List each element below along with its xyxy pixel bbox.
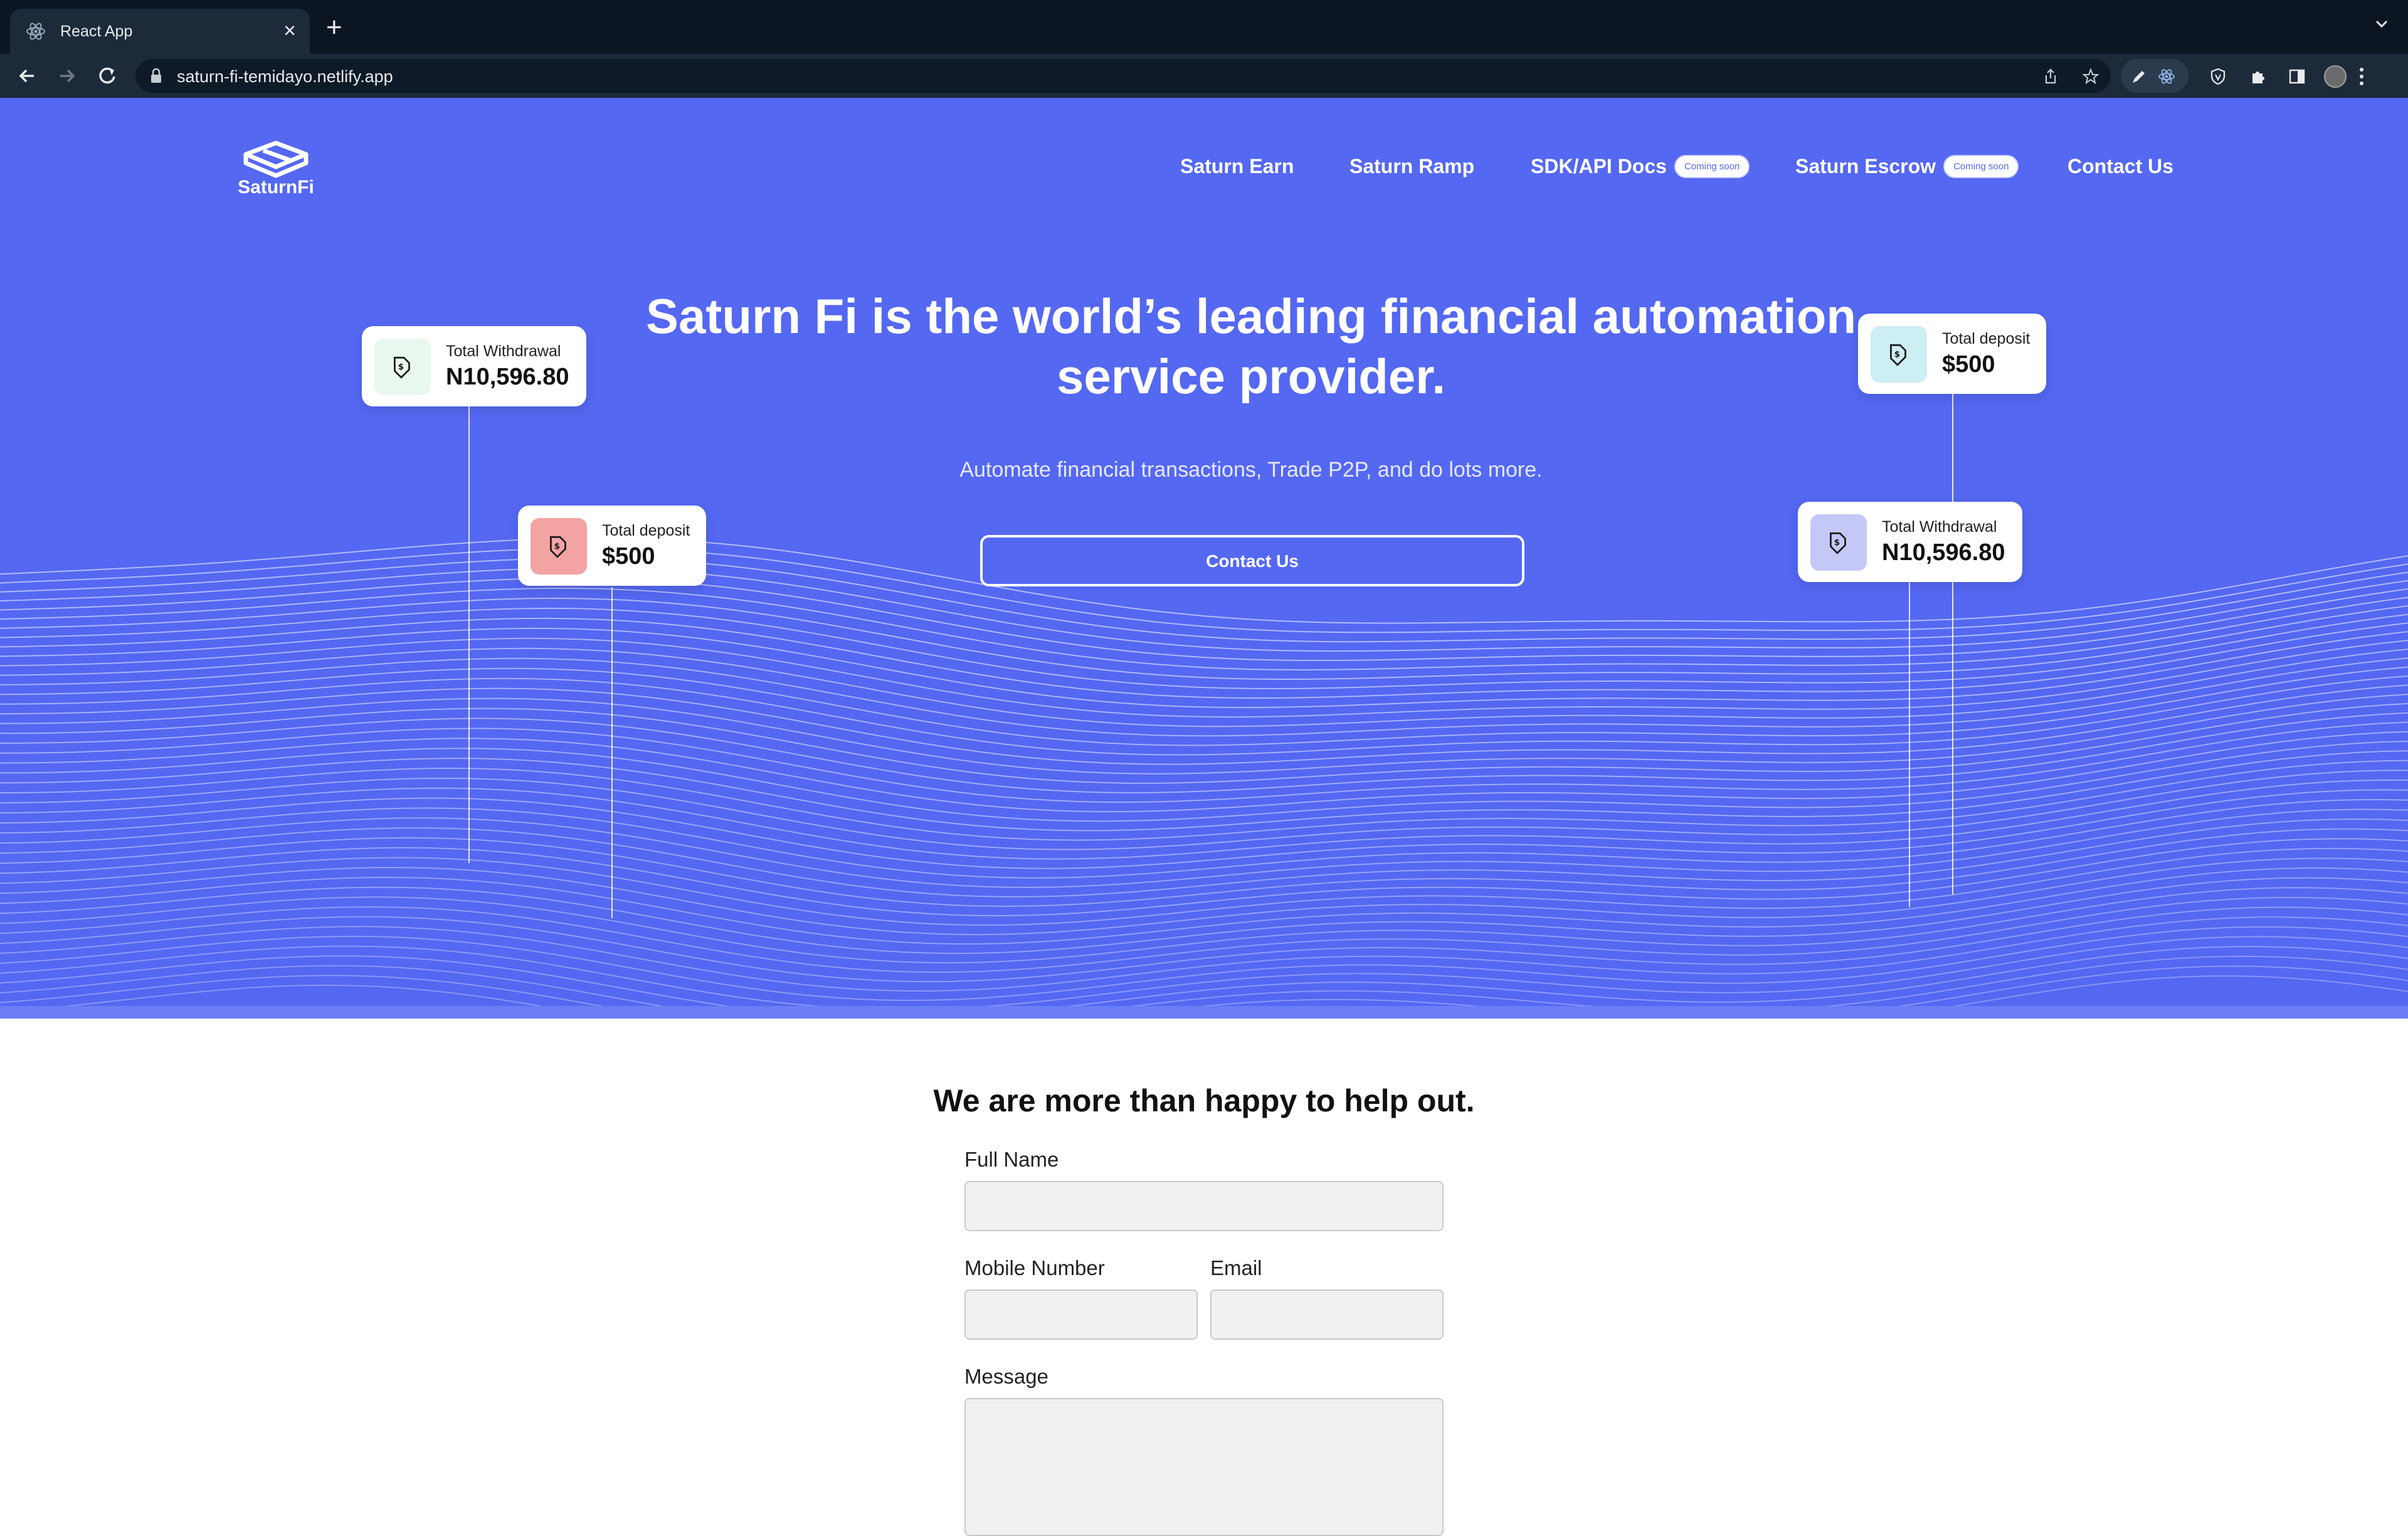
nav-label: Saturn Escrow [1795,154,1936,177]
back-arrow-icon[interactable] [14,63,40,89]
star-icon[interactable] [2082,68,2099,85]
full-name-label: Full Name [964,1148,1059,1171]
wave-line [0,607,2408,690]
share-icon[interactable] [2042,68,2059,85]
svg-text:$: $ [398,362,404,372]
full-name-input[interactable] [964,1181,1444,1231]
stat-value: N10,596.80 [1882,539,2005,566]
nav-sdk-api-docs[interactable]: SDK/API Docs Coming soon [1531,151,1750,182]
svg-text:$: $ [554,541,561,551]
browser-tab-bar: React App × + [0,0,2408,54]
reload-icon[interactable] [94,63,120,89]
coming-soon-badge: Coming soon [1674,154,1750,178]
svg-text:$: $ [1894,349,1901,359]
forward-arrow-icon[interactable] [54,63,80,89]
tag-icon: $ [1890,344,1906,366]
wave-line [0,666,2408,746]
contact-us-button[interactable]: Contact Us [980,535,1524,586]
nav-label: SDK/API Docs [1531,154,1667,177]
stat-icon-bg: $ [374,339,431,395]
close-tab-icon[interactable]: × [283,20,296,41]
stat-icon-bg: $ [1871,326,1927,383]
stat-label: Total Withdrawal [1882,518,1997,536]
stat-label: Total Withdrawal [446,342,561,360]
nav-saturn-escrow[interactable]: Saturn Escrow Coming soon [1795,151,2019,182]
nav-contact-us[interactable]: Contact Us [2067,151,2173,182]
stat-card-total-deposit: $ Total deposit $500 [1858,314,2046,394]
wave-line [0,577,2408,661]
stat-card-total-withdrawal: $ Total Withdrawal N10,596.80 [362,326,586,406]
tab-title: React App [60,22,133,40]
email-input[interactable] [1210,1290,1444,1340]
hero-headline: Saturn Fi is the world’s leading financi… [645,289,1856,404]
react-icon[interactable] [2157,67,2176,86]
url-text: saturn-fi-temidayo.netlify.app [177,67,393,86]
connector-line [468,406,470,863]
nav-label: Saturn Earn [1180,154,1294,177]
kebab-icon[interactable] [2358,66,2365,87]
nav-saturn-earn[interactable]: Saturn Earn [1180,151,1294,182]
nav-label: Contact Us [2067,154,2173,177]
mobile-number-input[interactable] [964,1290,1198,1340]
browser-tab[interactable]: React App × [10,9,310,54]
wave-line [0,887,2408,964]
stat-value: $500 [1942,351,1995,378]
stat-value: $500 [602,543,655,569]
puzzle-icon[interactable] [2249,67,2268,86]
nav-saturn-ramp[interactable]: Saturn Ramp [1349,151,1474,182]
message-textarea[interactable] [964,1398,1444,1536]
nav-label: Saturn Ramp [1349,154,1475,177]
stat-label: Total deposit [1942,330,2030,347]
lock-icon [151,68,161,83]
form-title: We are more than happy to help out. [933,1083,1475,1118]
extensions-area [2121,59,2372,93]
stat-value: N10,596.80 [446,364,569,390]
hero-subtext: Automate financial transactions, Trade P… [959,458,1543,482]
stat-card-total-withdrawal: $ Total Withdrawal N10,596.80 [1798,502,2022,582]
new-tab-button[interactable]: + [326,14,342,41]
stat-icon-bg: $ [1810,514,1867,571]
stat-card-total-deposit: $ Total deposit $500 [518,506,706,586]
tag-icon: $ [1830,532,1846,554]
sidebar-icon[interactable] [2288,67,2306,86]
hero-bottom-band [0,1006,2408,1019]
wave-line [0,916,2408,992]
shield-icon[interactable] [2209,67,2227,86]
pen-icon[interactable] [2130,67,2148,86]
connector-line [1952,393,1953,894]
stat-icon-bg: $ [531,518,587,575]
chevron-down-icon[interactable] [2374,16,2389,31]
profile-avatar[interactable] [2324,65,2347,88]
extension-pill[interactable] [2121,59,2189,93]
wave-line [0,926,2408,1002]
address-bar[interactable]: saturn-fi-temidayo.netlify.app [135,59,2111,93]
connector-line [611,587,613,918]
svg-text:$: $ [1834,538,1840,548]
browser-toolbar: saturn-fi-temidayo.netlify.app [0,54,2408,98]
tag-icon: $ [394,356,410,379]
mobile-number-label: Mobile Number [964,1256,1105,1279]
stat-label: Total deposit [602,522,690,539]
message-label: Message [964,1365,1048,1388]
logo-text: SaturnFi [238,177,314,198]
hero-section: SaturnFi Saturn Earn Saturn Ramp SDK/API… [0,98,2408,1019]
tag-icon: $ [550,536,566,558]
coming-soon-badge: Coming soon [1943,154,2019,178]
wave-line [0,617,2408,699]
connector-line [1909,581,1910,907]
react-icon [26,23,45,40]
email-label: Email [1210,1256,1262,1279]
